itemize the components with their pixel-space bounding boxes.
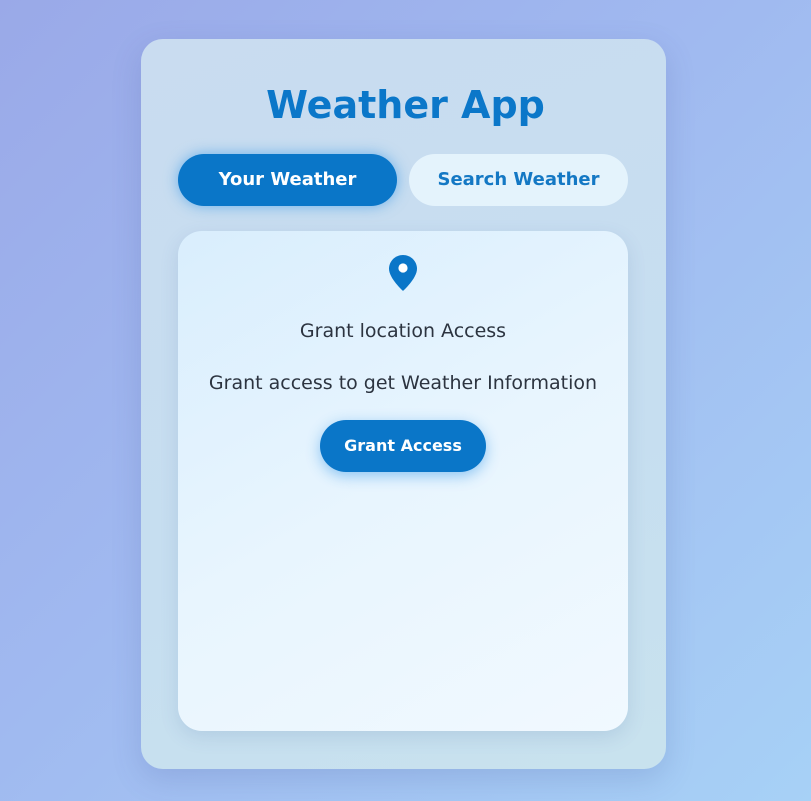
tab-search-weather[interactable]: Search Weather bbox=[409, 154, 628, 206]
grant-location-panel bbox=[178, 231, 628, 731]
grant-access-button[interactable]: Grant Access bbox=[320, 420, 486, 472]
app-title: Weather App bbox=[266, 83, 545, 127]
location-pin-icon bbox=[389, 255, 417, 291]
grant-location-description: Grant access to get Weather Information bbox=[208, 372, 598, 394]
grant-location-heading: Grant location Access bbox=[299, 320, 507, 342]
tab-your-weather[interactable]: Your Weather bbox=[178, 154, 397, 206]
